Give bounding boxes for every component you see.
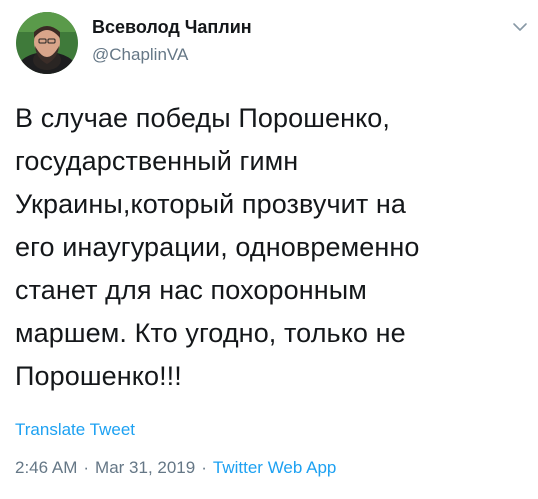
- tweet-date[interactable]: Mar 31, 2019: [95, 458, 195, 477]
- tweet-card: Всеволод Чаплин @ChaplinVA В случае побе…: [0, 0, 538, 499]
- tweet-text-line: государственный гимн: [15, 146, 299, 176]
- avatar[interactable]: [16, 12, 78, 74]
- tweet-source-link[interactable]: Twitter Web App: [213, 458, 336, 477]
- tweet-text-line: В случае победы Порошенко,: [15, 103, 391, 133]
- tweet-text-line: станет для нас похоронным: [15, 275, 367, 305]
- tweet-text: В случае победы Порошенко, государственн…: [15, 97, 520, 398]
- meta-separator: ·: [83, 458, 90, 477]
- tweet-meta: 2:46 AM · Mar 31, 2019 · Twitter Web App: [15, 458, 336, 478]
- chevron-down-icon[interactable]: [512, 20, 528, 32]
- author-display-name[interactable]: Всеволод Чаплин: [92, 17, 252, 38]
- avatar-image: [16, 12, 78, 74]
- tweet-time[interactable]: 2:46 AM: [15, 458, 77, 477]
- translate-tweet-link[interactable]: Translate Tweet: [15, 420, 135, 440]
- meta-separator: ·: [201, 458, 207, 477]
- tweet-text-line: его инаугурации, одновременно: [15, 232, 420, 262]
- tweet-text-line: Порошенко!!!: [15, 361, 182, 391]
- author-handle[interactable]: @ChaplinVA: [92, 45, 188, 65]
- tweet-text-line: маршем. Кто угодно, только не: [15, 318, 406, 348]
- tweet-text-line: Украины,который прозвучит на: [15, 189, 407, 219]
